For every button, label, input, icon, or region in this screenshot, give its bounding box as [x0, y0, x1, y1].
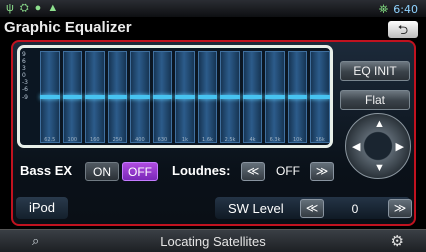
- eq-frequency-label: 100: [67, 137, 78, 143]
- settings-status-icon: ⛭: [19, 2, 29, 14]
- db-tick: -3: [22, 79, 28, 87]
- loudness-prev-button[interactable]: ≪: [241, 162, 265, 181]
- db-tick: 0: [22, 72, 26, 80]
- eq-frequency-label: 10k: [292, 137, 303, 143]
- sw-level-value: 0: [351, 202, 359, 216]
- status-right: ⛯ 6:40: [379, 2, 418, 17]
- eq-band-slider[interactable]: [130, 51, 150, 143]
- eq-band-level: [62, 95, 83, 99]
- bottom-bar: ⌕ Locating Satellites ⚙: [0, 229, 426, 252]
- db-tick: 3: [22, 65, 26, 73]
- eq-frequency-label: 400: [135, 137, 145, 143]
- bass-ex-on-button[interactable]: ON: [85, 162, 119, 181]
- loudness-label: Loudnes:: [172, 163, 231, 178]
- up-arrow-icon[interactable]: ▲: [374, 118, 385, 130]
- eq-frequency-label: 4k: [249, 137, 256, 143]
- right-arrow-icon[interactable]: ▶: [396, 140, 404, 153]
- bass-ex-label: Bass EX: [20, 163, 73, 178]
- db-tick: 6: [22, 58, 26, 66]
- eq-frequency-label: 250: [112, 137, 123, 143]
- eq-band-slider[interactable]: [287, 51, 308, 143]
- eq-frequency-label: 1k: [181, 137, 188, 143]
- eq-band-level: [130, 95, 150, 99]
- loudness-value: OFF: [276, 164, 300, 178]
- eq-band-slider[interactable]: [175, 51, 195, 143]
- eq-init-button[interactable]: EQ INIT: [340, 61, 410, 81]
- eq-band-slider[interactable]: [152, 51, 173, 143]
- direction-pad[interactable]: ▲ ▼ ◀ ▶: [345, 113, 411, 179]
- eq-band-level: [85, 95, 105, 99]
- back-arrow-icon: ⮌: [397, 22, 409, 37]
- eq-band-level: [220, 95, 240, 99]
- status-bar: ψ ⛭ ● ▲ ⛯ 6:40: [0, 0, 426, 17]
- equalizer-graph[interactable]: 9 6 3 0 -3 -6 -9 62.5 100 160 250 400 630 1k 1.…: [17, 45, 333, 148]
- dot-icon: ●: [34, 2, 42, 14]
- eq-frequency-label: 1.6k: [202, 137, 213, 143]
- bass-ex-off-button[interactable]: OFF: [122, 162, 158, 181]
- eq-band-level: [40, 95, 60, 99]
- eq-frequency-labels: 62.5 100 160 250 400 630 1k 1.6k 2.5k 4k 6.3k 10k 16…: [40, 137, 330, 145]
- eq-frequency-label: 6.3k: [269, 137, 281, 143]
- eq-band-level: [287, 95, 308, 99]
- eq-band-slider[interactable]: [265, 51, 285, 143]
- db-tick: -9: [22, 93, 28, 101]
- flat-button[interactable]: Flat: [340, 90, 410, 110]
- eq-band-level: [107, 95, 128, 99]
- eq-frequency-label: 62.5: [44, 137, 56, 143]
- db-tick: -6: [22, 86, 28, 94]
- page-title: Graphic Equalizer: [4, 19, 132, 36]
- status-icons: ψ ⛭ ● ▲: [6, 2, 58, 15]
- down-arrow-icon[interactable]: ▼: [374, 162, 385, 174]
- eq-band-slider[interactable]: [197, 51, 218, 143]
- source-ipod-button[interactable]: iPod: [16, 197, 68, 219]
- loudness-next-button[interactable]: ≫: [310, 162, 334, 181]
- eq-band-slider[interactable]: [62, 51, 83, 143]
- db-scale: 9 6 3 0 -3 -6 -9: [22, 51, 34, 143]
- eq-band-level: [310, 95, 330, 99]
- eq-band-slider[interactable]: [40, 51, 60, 143]
- gear-icon[interactable]: ⚙: [391, 232, 404, 250]
- navigation-status: Locating Satellites: [160, 234, 266, 249]
- eq-frequency-label: 2.5k: [224, 137, 236, 143]
- eq-frequency-label: 630: [157, 137, 168, 143]
- left-arrow-icon[interactable]: ◀: [352, 140, 360, 153]
- back-button[interactable]: ⮌: [388, 21, 418, 38]
- eq-band-level: [265, 95, 285, 99]
- sw-level-label: SW Level: [228, 201, 284, 216]
- antenna-icon: ψ: [6, 2, 14, 14]
- eq-band-level: [197, 95, 218, 99]
- eq-frequency-label: 16k: [315, 137, 325, 143]
- eq-band-slider[interactable]: [107, 51, 128, 143]
- sw-level-next-button[interactable]: ≫: [388, 199, 412, 218]
- eq-band-slider[interactable]: [220, 51, 240, 143]
- eq-frequency-label: 160: [90, 137, 100, 143]
- warning-icon: ▲: [47, 2, 59, 14]
- clock: 6:40: [393, 3, 418, 16]
- eq-band-level: [175, 95, 195, 99]
- eq-band-slider[interactable]: [85, 51, 105, 143]
- eq-band-level: [242, 95, 263, 99]
- eq-band-slider[interactable]: [242, 51, 263, 143]
- signal-icon: ⛯: [378, 2, 389, 16]
- eq-band-slider[interactable]: [310, 51, 330, 143]
- eq-bands: [40, 51, 330, 143]
- sw-level-prev-button[interactable]: ≪: [300, 199, 324, 218]
- eq-band-level: [152, 95, 173, 99]
- db-tick: 9: [22, 51, 26, 58]
